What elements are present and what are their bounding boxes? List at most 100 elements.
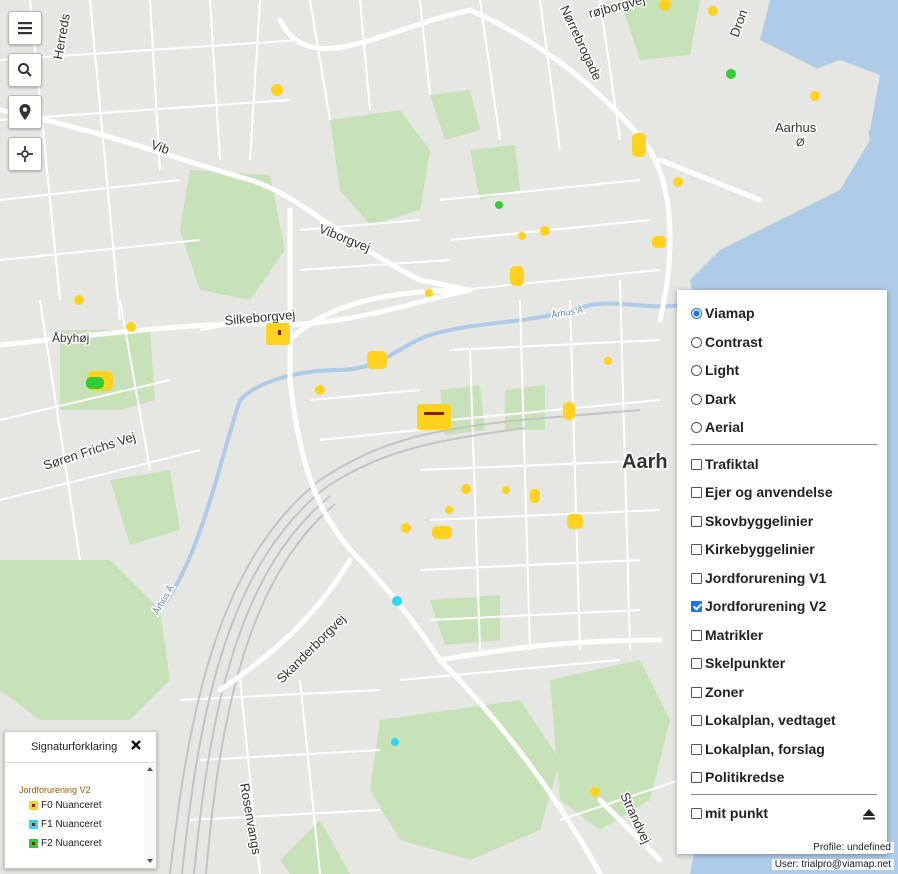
f0-marker[interactable] [271, 84, 283, 96]
f0-marker[interactable] [417, 404, 451, 430]
layer-label: Viamap [705, 305, 755, 321]
place-label: Aarhus [775, 120, 817, 135]
place-label: Aarh [622, 451, 668, 473]
f0-marker[interactable] [425, 289, 433, 297]
legend-panel: Signaturforklaring Jordforurening V2 F0 … [4, 731, 157, 869]
legend-title: Signaturforklaring [31, 741, 118, 753]
overlay-trafiktal[interactable]: Trafiktal [691, 453, 759, 475]
checkbox[interactable] [691, 543, 702, 555]
eject-icon[interactable] [862, 807, 876, 821]
overlay-politikredse[interactable]: Politikredse [691, 766, 784, 788]
f0-marker[interactable] [540, 226, 550, 236]
f0-marker[interactable] [502, 486, 510, 494]
legend-label: F2 Nuanceret [41, 837, 102, 849]
f0-marker[interactable] [567, 514, 583, 529]
search-button[interactable] [8, 53, 42, 87]
menu-button[interactable] [8, 11, 42, 45]
mit-punkt-toggle[interactable]: mit punkt [691, 802, 768, 824]
overlay-zoner[interactable]: Zoner [691, 681, 744, 703]
checkbox[interactable] [691, 629, 702, 641]
checkbox[interactable] [691, 515, 702, 527]
layer-label: Matrikler [705, 627, 764, 643]
checkbox[interactable] [691, 771, 702, 783]
checkbox[interactable] [691, 743, 702, 755]
f0-marker[interactable] [510, 266, 524, 286]
search-icon [18, 63, 32, 77]
f0-marker[interactable] [401, 523, 411, 533]
checkbox[interactable] [691, 572, 702, 584]
legend-group-title: Jordforurening V2 [19, 785, 91, 795]
f0-marker[interactable] [604, 357, 612, 365]
layer-label: Zoner [705, 684, 744, 700]
radio-button[interactable] [691, 336, 702, 348]
panel-divider [691, 794, 877, 795]
layer-label: Lokalplan, forslag [705, 741, 825, 757]
base-layer-contrast[interactable]: Contrast [691, 331, 763, 353]
overlay-jordforurening-v1[interactable]: Jordforurening V1 [691, 567, 826, 589]
checkbox[interactable] [691, 686, 702, 698]
f0-marker[interactable] [652, 236, 666, 248]
legend-label: F1 Nuanceret [41, 818, 102, 830]
layer-label: Contrast [705, 334, 763, 350]
f0-marker[interactable] [590, 787, 600, 797]
radio-button[interactable] [691, 364, 702, 376]
layer-label: Jordforurening V1 [705, 570, 827, 586]
radio-button[interactable] [691, 421, 702, 433]
f2-marker[interactable] [495, 201, 503, 209]
location-button[interactable] [8, 95, 42, 129]
f0-marker[interactable] [810, 91, 820, 101]
layer-label: Skovbyggelinier [705, 513, 814, 529]
checkbox[interactable] [691, 458, 702, 470]
overlay-lokalplan-forslag[interactable]: Lokalplan, forslag [691, 738, 825, 760]
f0-marker[interactable] [126, 322, 136, 332]
f0-marker[interactable] [530, 489, 540, 503]
scroll-up-icon[interactable] [147, 767, 153, 771]
checkbox[interactable] [691, 714, 702, 726]
layer-label: Lokalplan, vedtaget [705, 712, 836, 728]
f0-marker[interactable] [563, 402, 575, 420]
layer-label: Aerial [705, 419, 744, 435]
f0-marker[interactable] [367, 351, 387, 369]
marker-center [278, 330, 281, 335]
checkbox-checked[interactable] [691, 600, 702, 612]
overlay-skovbyggelinier[interactable]: Skovbyggelinier [691, 510, 813, 532]
checkbox[interactable] [691, 657, 702, 669]
layer-switcher-panel: Viamap Contrast Light Dark Aerial Trafik… [677, 290, 887, 854]
checkbox[interactable] [691, 807, 702, 819]
f0-marker[interactable] [632, 133, 646, 157]
radio-button[interactable] [691, 307, 702, 319]
legend-swatch [29, 838, 38, 848]
hamburger-menu-icon [18, 22, 32, 35]
base-layer-viamap[interactable]: Viamap [691, 302, 755, 324]
base-layer-aerial[interactable]: Aerial [691, 416, 744, 438]
overlay-jordforurening-v2[interactable]: Jordforurening V2 [691, 595, 826, 617]
legend-scrollbar[interactable] [144, 763, 156, 867]
overlay-matrikler[interactable]: Matrikler [691, 624, 763, 646]
checkbox[interactable] [691, 486, 702, 498]
close-icon[interactable] [129, 738, 143, 752]
overlay-ejer-og-anvendelse[interactable]: Ejer og anvendelse [691, 481, 833, 503]
f0-marker[interactable] [315, 385, 325, 395]
f2-marker[interactable] [726, 69, 736, 79]
marker-center [424, 412, 444, 415]
radio-button[interactable] [691, 393, 702, 405]
f1-marker[interactable] [391, 738, 399, 746]
f0-marker[interactable] [518, 232, 526, 240]
base-layer-dark[interactable]: Dark [691, 388, 736, 410]
overlay-lokalplan-vedtaget[interactable]: Lokalplan, vedtaget [691, 709, 836, 731]
f2-marker[interactable] [86, 377, 104, 389]
f1-marker[interactable] [392, 596, 402, 606]
layer-label: Kirkebyggelinier [705, 541, 815, 557]
f0-marker[interactable] [74, 295, 84, 305]
overlay-skelpunkter[interactable]: Skelpunkter [691, 652, 785, 674]
overlay-kirkebyggelinier[interactable]: Kirkebyggelinier [691, 538, 815, 560]
base-layer-light[interactable]: Light [691, 359, 739, 381]
f0-marker[interactable] [673, 177, 683, 187]
location-pin-icon [19, 104, 31, 120]
f0-marker[interactable] [708, 6, 718, 16]
locate-me-button[interactable] [8, 137, 42, 171]
f0-marker[interactable] [432, 526, 452, 539]
f0-marker[interactable] [461, 484, 471, 494]
f0-marker[interactable] [445, 506, 453, 514]
scroll-down-icon[interactable] [147, 859, 153, 863]
